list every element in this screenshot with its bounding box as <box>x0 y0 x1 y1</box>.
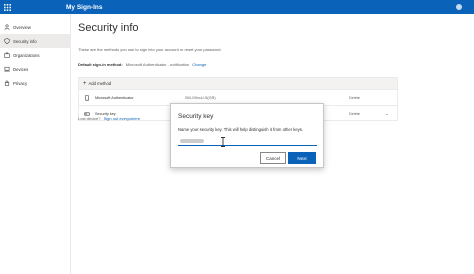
app-launcher-icon[interactable] <box>0 0 14 14</box>
next-button[interactable]: Next <box>288 152 316 164</box>
method-detail: SM-G9xxU-S(GR) <box>185 95 216 100</box>
top-bar: My Sign-Ins <box>0 0 474 14</box>
dialog-title: Security key <box>178 113 214 120</box>
add-method-label: Add method <box>88 81 112 86</box>
lost-device-line: Lost device? Sign out everywhere <box>78 116 140 121</box>
default-method-value: Microsoft Authenticator - notification <box>125 62 190 67</box>
sidebar-item-label: Devices <box>13 66 29 72</box>
security-key-dialog: Security key Name your security key. Thi… <box>170 103 324 168</box>
lost-device-text: Lost device? <box>78 116 101 121</box>
sidebar-item-label: Security info <box>13 38 37 44</box>
right-edge <box>470 14 474 274</box>
method-name: Microsoft Authenticator <box>95 95 134 100</box>
laptop-icon <box>4 66 10 72</box>
cancel-button[interactable]: Cancel <box>260 152 286 164</box>
page-subtitle: These are the methods you use to sign in… <box>78 47 222 52</box>
delete-link[interactable]: Delete <box>349 96 360 100</box>
add-method-button[interactable]: + Add method <box>79 78 397 89</box>
sidebar-item-devices[interactable]: Devices <box>0 62 70 76</box>
sidebar-item-organizations[interactable]: Organizations <box>0 48 70 62</box>
change-default-link[interactable]: Change <box>192 62 206 67</box>
app-title: My Sign-Ins <box>66 3 103 11</box>
dialog-description: Name your security key. This will help d… <box>178 127 304 132</box>
lock-icon <box>4 80 10 86</box>
person-icon <box>4 24 10 30</box>
briefcase-icon <box>4 52 10 58</box>
page-title: Security info <box>78 22 139 34</box>
sidebar: Overview Security info Organizations Dev… <box>0 14 71 274</box>
default-method-label: Default sign-in method: <box>78 62 123 67</box>
text-cursor-icon <box>221 137 225 147</box>
account-area[interactable] <box>432 0 474 14</box>
sidebar-item-label: Overview <box>13 24 31 30</box>
sidebar-item-security-info[interactable]: Security info <box>0 34 70 48</box>
sidebar-item-privacy[interactable]: Privacy <box>0 76 70 90</box>
chevron-down-icon[interactable]: ⌄ <box>385 111 389 117</box>
redacted-text-chip <box>180 139 204 143</box>
avatar-icon[interactable] <box>456 4 462 10</box>
sign-out-everywhere-link[interactable]: Sign out everywhere <box>104 116 140 121</box>
delete-link[interactable]: Delete <box>349 112 360 116</box>
method-name: Security key <box>95 111 116 116</box>
default-method-line: Default sign-in method: Microsoft Authen… <box>78 62 206 67</box>
shield-icon <box>4 38 10 44</box>
sidebar-item-overview[interactable]: Overview <box>0 20 70 34</box>
plus-icon: + <box>83 80 87 87</box>
sidebar-item-label: Privacy <box>13 80 28 86</box>
sidebar-item-label: Organizations <box>13 52 40 58</box>
phone-icon <box>83 94 91 101</box>
